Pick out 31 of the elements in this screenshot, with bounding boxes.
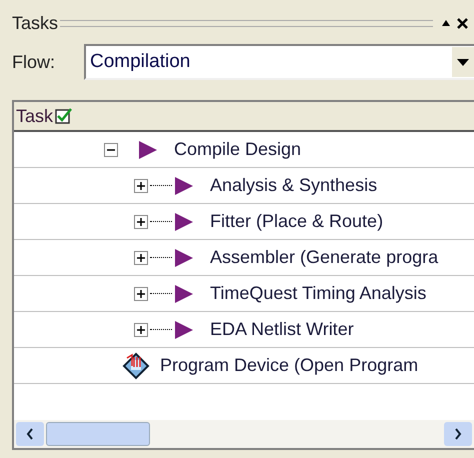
task-label[interactable]: EDA Netlist Writer — [210, 316, 354, 343]
task-label[interactable]: Program Device (Open Program — [160, 352, 418, 379]
expand-icon[interactable] — [134, 214, 148, 228]
panel-title: Tasks — [12, 12, 58, 34]
scroll-thumb[interactable] — [46, 422, 150, 446]
checkmark-icon — [55, 107, 74, 125]
collapse-icon[interactable] — [104, 142, 118, 156]
task-label[interactable]: Fitter (Place & Route) — [210, 208, 384, 235]
play-icon — [138, 140, 158, 160]
expand-icon[interactable] — [134, 178, 148, 192]
column-header[interactable]: Task — [14, 102, 54, 130]
scroll-left-button[interactable] — [16, 422, 44, 446]
expand-icon[interactable] — [134, 250, 148, 264]
expand-icon[interactable] — [134, 286, 148, 300]
collapse-panel-icon[interactable] — [441, 19, 451, 27]
flow-dropdown[interactable]: Compilation — [84, 44, 474, 80]
horizontal-scrollbar[interactable] — [14, 420, 474, 448]
play-icon — [174, 284, 194, 304]
play-icon — [174, 320, 194, 340]
close-icon[interactable] — [457, 18, 468, 28]
expand-icon[interactable] — [134, 322, 148, 336]
task-label[interactable]: Compile Design — [174, 136, 302, 163]
task-label[interactable]: TimeQuest Timing Analysis — [210, 280, 426, 307]
play-icon — [174, 212, 194, 232]
play-icon — [174, 248, 194, 268]
chip-icon — [122, 352, 150, 380]
flow-label: Flow: — [12, 50, 56, 74]
task-label[interactable]: Analysis & Synthesis — [210, 172, 378, 199]
scroll-right-button[interactable] — [444, 422, 472, 446]
play-icon — [174, 176, 194, 196]
task-label[interactable]: Assembler (Generate progra — [210, 244, 438, 271]
